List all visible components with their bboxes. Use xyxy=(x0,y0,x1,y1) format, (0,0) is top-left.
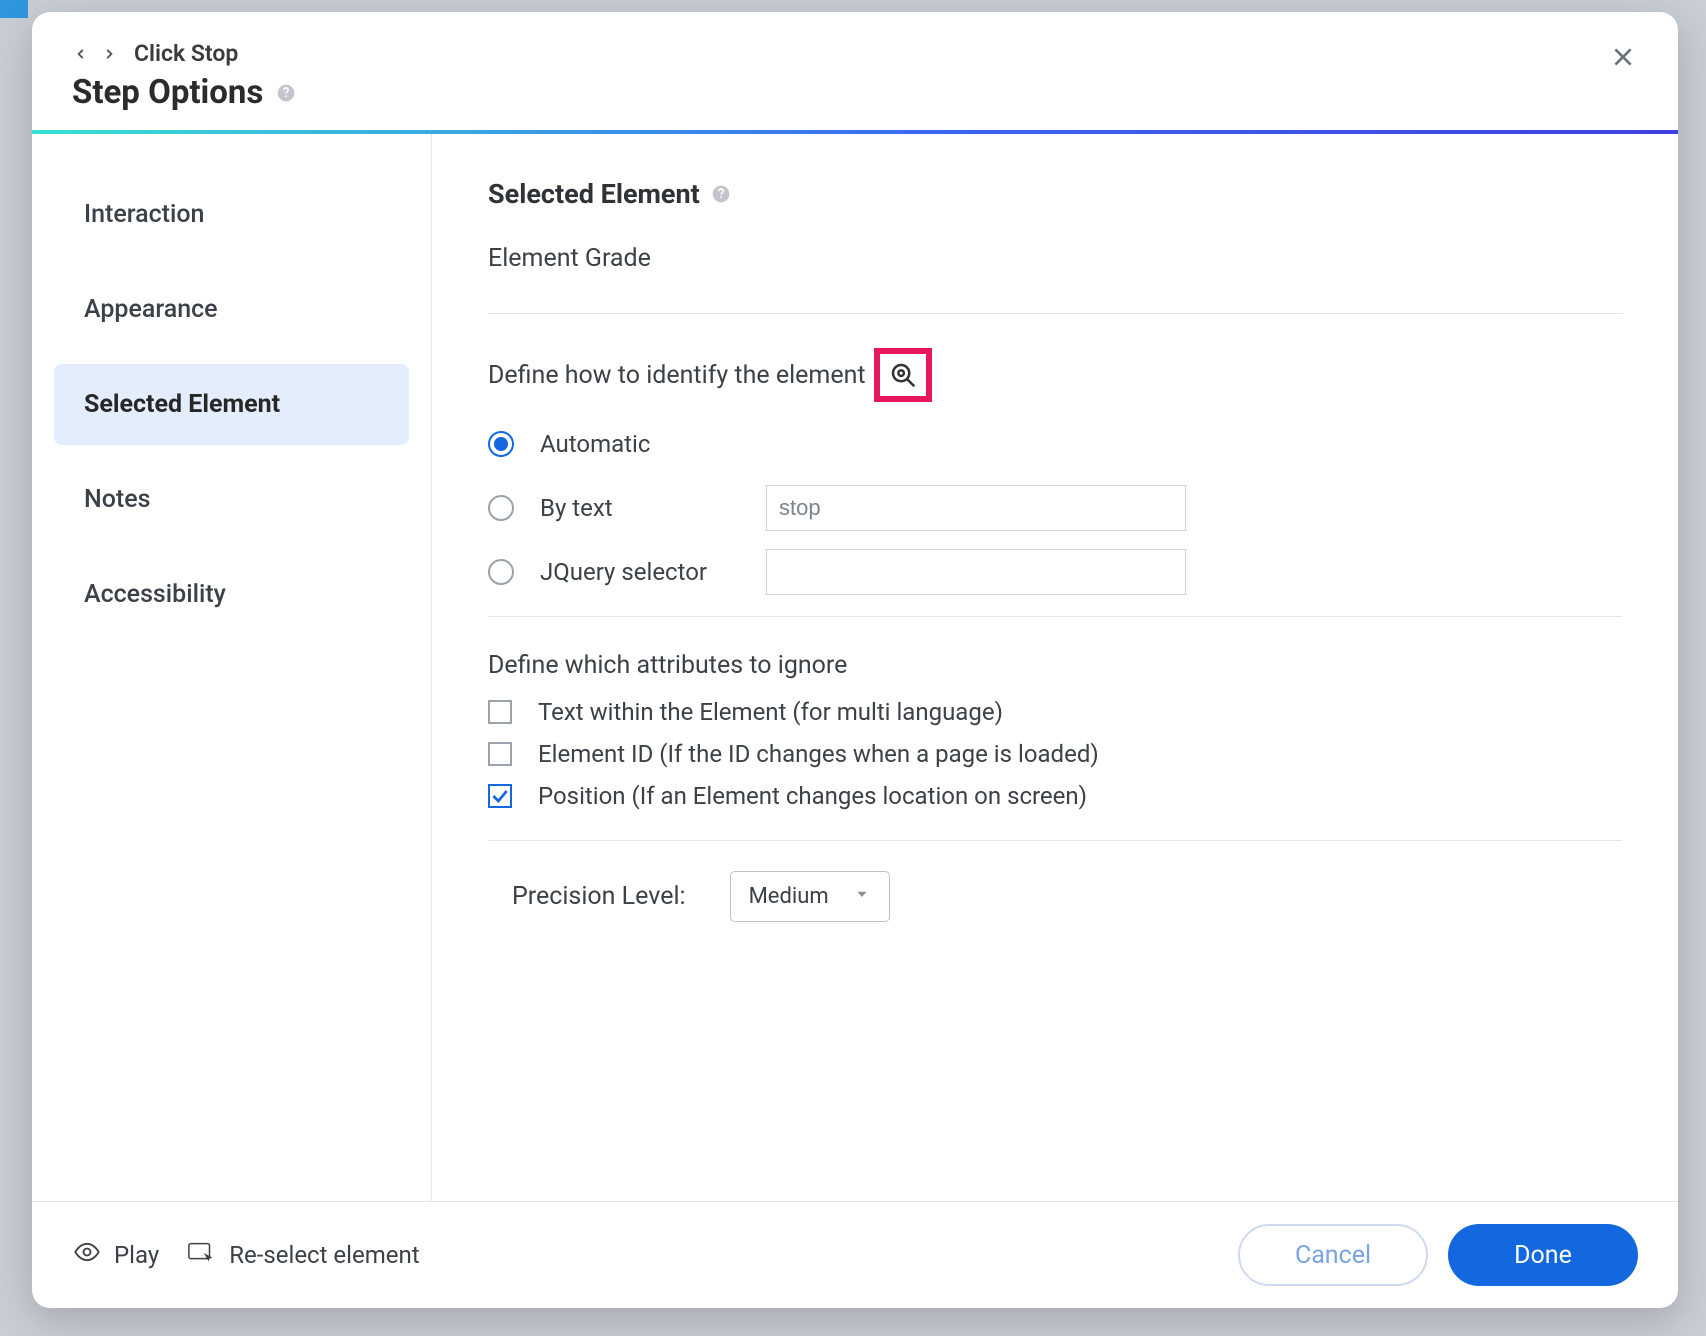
by-text-input[interactable] xyxy=(766,485,1186,531)
sidebar-item-accessibility[interactable]: Accessibility xyxy=(54,554,409,635)
breadcrumb-next-button[interactable] xyxy=(100,43,118,65)
element-preview-button[interactable] xyxy=(874,348,932,402)
sidebar-item-label: Accessibility xyxy=(84,580,226,609)
dialog-header: Click Stop Step Options xyxy=(32,12,1678,130)
sidebar-item-appearance[interactable]: Appearance xyxy=(54,269,409,350)
reselect-label: Re-select element xyxy=(229,1241,419,1269)
radio-jquery[interactable] xyxy=(488,559,514,585)
sidebar-item-label: Interaction xyxy=(84,200,204,229)
breadcrumb-prev-button[interactable] xyxy=(72,43,90,65)
precision-select[interactable]: Medium xyxy=(730,871,890,922)
dialog-title-text: Step Options xyxy=(72,73,263,112)
done-button[interactable]: Done xyxy=(1448,1224,1638,1286)
jquery-input[interactable] xyxy=(766,549,1186,595)
reselect-icon xyxy=(187,1238,217,1272)
element-grade-label: Element Grade xyxy=(488,244,1622,273)
radio-by-text[interactable] xyxy=(488,495,514,521)
help-icon[interactable] xyxy=(275,82,297,104)
checkbox-element-id[interactable] xyxy=(488,742,512,766)
section-title-text: Selected Element xyxy=(488,178,700,210)
cancel-button[interactable]: Cancel xyxy=(1238,1224,1428,1286)
sidebar-item-interaction[interactable]: Interaction xyxy=(54,174,409,255)
divider xyxy=(488,616,1622,617)
close-button[interactable] xyxy=(1610,44,1640,74)
help-icon[interactable] xyxy=(710,183,732,205)
radio-jquery-label: JQuery selector xyxy=(540,558,740,586)
ignore-attributes-header: Define which attributes to ignore xyxy=(488,651,1622,680)
checkbox-element-id-label: Element ID (If the ID changes when a pag… xyxy=(538,740,1099,768)
radio-automatic-label: Automatic xyxy=(540,430,740,458)
precision-row: Precision Level: Medium xyxy=(488,871,1622,922)
ignore-elementid-row: Element ID (If the ID changes when a pag… xyxy=(488,740,1622,768)
identify-label: Define how to identify the element xyxy=(488,361,866,390)
play-label: Play xyxy=(114,1241,159,1269)
radio-jquery-row: JQuery selector xyxy=(488,548,1622,596)
step-options-dialog: Click Stop Step Options Interaction Appe… xyxy=(32,12,1678,1308)
play-button[interactable]: Play xyxy=(72,1238,159,1272)
radio-automatic-row: Automatic xyxy=(488,420,1622,468)
done-label: Done xyxy=(1514,1241,1572,1270)
ignore-text-row: Text within the Element (for multi langu… xyxy=(488,698,1622,726)
identify-row: Define how to identify the element xyxy=(488,348,1622,402)
cancel-label: Cancel xyxy=(1295,1241,1371,1270)
eye-icon xyxy=(72,1238,102,1272)
sidebar-item-label: Appearance xyxy=(84,295,218,324)
precision-value: Medium xyxy=(749,884,829,909)
reselect-button[interactable]: Re-select element xyxy=(187,1238,419,1272)
divider xyxy=(488,313,1622,314)
dialog-title: Step Options xyxy=(72,73,297,112)
main-panel: Selected Element Element Grade Define ho… xyxy=(432,134,1678,1201)
checkbox-position[interactable] xyxy=(488,784,512,808)
checkbox-position-label: Position (If an Element changes location… xyxy=(538,782,1087,810)
sidebar-item-label: Notes xyxy=(84,485,151,514)
ignore-position-row: Position (If an Element changes location… xyxy=(488,782,1622,810)
radio-by-text-label: By text xyxy=(540,494,740,522)
radio-bytext-row: By text xyxy=(488,484,1622,532)
divider xyxy=(488,840,1622,841)
radio-automatic[interactable] xyxy=(488,431,514,457)
breadcrumb-label: Click Stop xyxy=(134,40,238,67)
dialog-footer: Play Re-select element Cancel Done xyxy=(32,1201,1678,1308)
checkbox-text-within-label: Text within the Element (for multi langu… xyxy=(538,698,1003,726)
sidebar-item-label: Selected Element xyxy=(84,390,280,419)
breadcrumb: Click Stop xyxy=(72,40,1638,67)
sidebar-item-selected-element[interactable]: Selected Element xyxy=(54,364,409,445)
precision-label: Precision Level: xyxy=(512,882,686,911)
section-title: Selected Element xyxy=(488,178,1622,210)
chevron-down-icon xyxy=(853,884,871,909)
sidebar: Interaction Appearance Selected Element … xyxy=(32,134,432,1201)
checkbox-text-within[interactable] xyxy=(488,700,512,724)
sidebar-item-notes[interactable]: Notes xyxy=(54,459,409,540)
